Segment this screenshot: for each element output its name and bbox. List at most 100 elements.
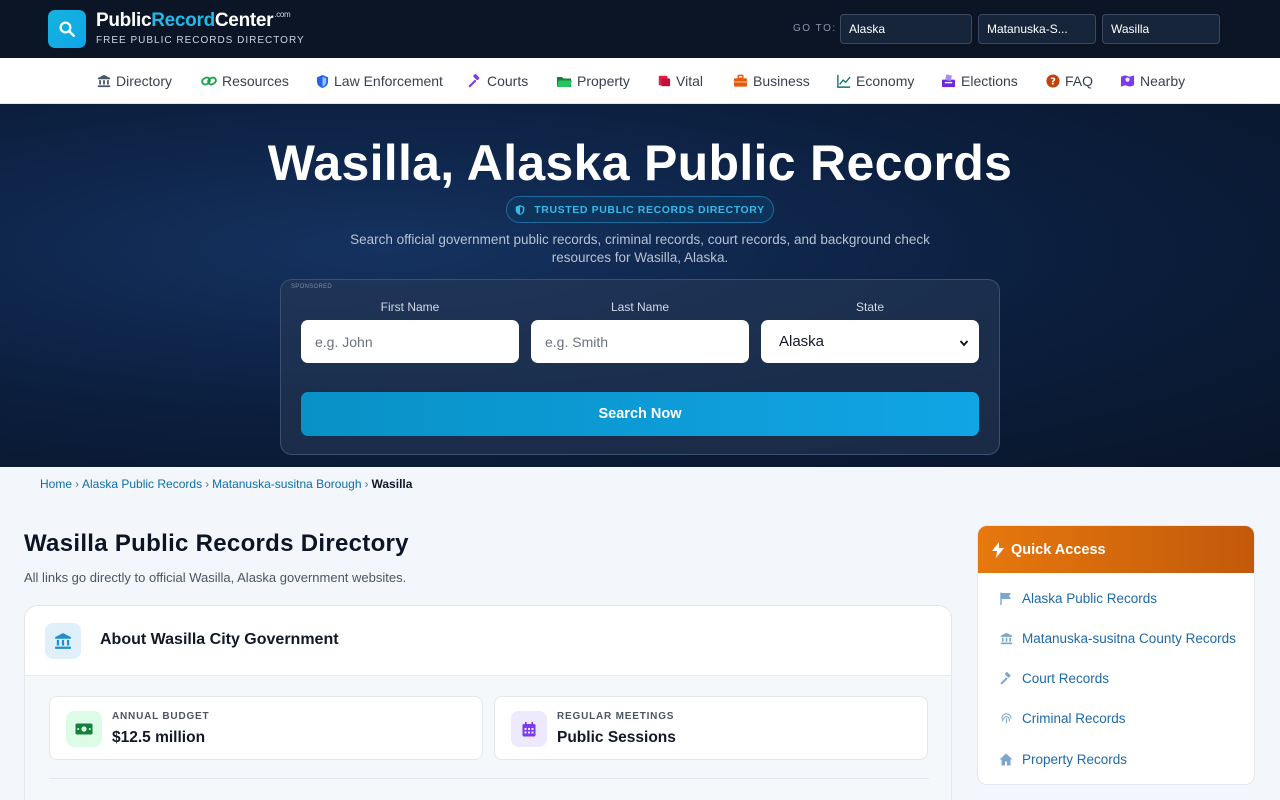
state-label: State [855,300,885,314]
quick-link-label: Court Records [1022,670,1110,686]
quick-access-card: Quick Access Alaska Public Records Matan… [977,525,1255,785]
stat-value: Public Sessions [557,729,676,746]
quick-link-label: Alaska Public Records [1022,590,1158,606]
nav-nearby[interactable]: Nearby [1120,58,1185,104]
goto-county-select[interactable]: Matanuska-S... [978,14,1096,44]
first-name-label: First Name [380,300,440,314]
chart-line-icon [837,74,851,88]
folder-icon [556,75,572,88]
about-card-header: About Wasilla City Government [25,606,951,676]
breadcrumb-county[interactable]: Matanuska-susitna Borough [212,477,361,491]
question-icon: ? [1046,74,1060,88]
about-city-card: About Wasilla City Government ANNUAL BUD… [24,605,952,800]
about-card-title: About Wasilla City Government [100,631,339,648]
badge-text: TRUSTED PUBLIC RECORDS DIRECTORY [534,203,765,216]
nav-label: FAQ [1065,73,1094,89]
quick-link-label: Matanuska-susitna County Records [1022,630,1236,646]
hero-section: Wasilla, Alaska Public Records TRUSTED P… [0,104,1280,467]
nav-label: Directory [116,73,173,89]
quick-link-county-records[interactable]: Matanuska-susitna County Records [998,628,1236,648]
brand-record: Record [151,10,215,31]
nav-label: Vital [676,73,703,89]
svg-text:?: ? [1050,77,1056,88]
scroll-icon [657,74,671,88]
quick-access-title: Quick Access [1011,541,1106,558]
nav-business[interactable]: Business [733,58,810,104]
nav-directory[interactable]: Directory [97,58,172,104]
last-name-input[interactable] [531,320,749,363]
gavel-icon [468,74,482,88]
lightning-icon [992,541,1004,558]
page-title: Wasilla Public Records Directory [24,530,409,557]
search-now-button[interactable]: Search Now [301,392,979,436]
first-name-input[interactable] [301,320,519,363]
goto-state-select[interactable]: Alaska [840,14,972,44]
goto-label: GO TO: [793,23,837,34]
nav-faq[interactable]: ? FAQ [1046,58,1093,104]
stat-value: $12.5 million [112,729,206,746]
quick-link-court-records[interactable]: Court Records [998,668,1109,688]
briefcase-icon [733,74,748,88]
hero-subtitle: Search official government public record… [350,232,930,265]
nav-label: Economy [856,73,915,89]
quick-link-property-records[interactable]: Property Records [998,749,1127,769]
bank-icon [97,74,111,88]
nav-label: Property [577,73,630,89]
divider [49,778,929,779]
shield-icon [515,204,525,216]
gavel-icon [998,671,1014,685]
site-tagline: FREE PUBLIC RECORDS DIRECTORY [96,35,305,46]
brand-dotcom: .com [274,10,291,19]
breadcrumb-current: Wasilla [371,477,413,491]
brand-public: Public [96,10,152,31]
bank-icon [998,632,1014,645]
state-select-value: Alaska [779,333,825,350]
last-name-label: Last Name [610,300,670,314]
home-icon [998,753,1014,766]
nav-label: Law Enforcement [334,73,443,89]
chevron-down-icon [959,335,969,352]
nav-law-enforcement[interactable]: Law Enforcement [316,58,443,104]
quick-link-criminal-records[interactable]: Criminal Records [998,708,1126,728]
trusted-badge: TRUSTED PUBLIC RECORDS DIRECTORY [506,196,774,223]
nav-resources[interactable]: Resources [201,58,289,104]
site-logo[interactable]: PublicRecordCenter.com [96,10,291,32]
nav-label: Courts [487,73,529,89]
search-form: SPONSORED First Name Last Name State Ala… [280,279,1000,455]
breadcrumb: Home › Alaska Public Records › Matanuska-sus… [40,477,413,491]
link-icon [201,74,217,88]
logo-search-icon[interactable] [48,10,86,48]
calendar-icon [511,711,547,747]
quick-link-label: Property Records [1022,751,1128,767]
quick-access-header: Quick Access [978,526,1254,573]
top-header: PublicRecordCenter.com FREE PUBLIC RECOR… [0,0,1280,58]
brand-center: Center [214,10,274,31]
flag-icon [998,592,1014,605]
nav-elections[interactable]: Elections [941,58,1018,104]
hero-title: Wasilla, Alaska Public Records [267,135,1013,191]
fingerprint-icon [998,712,1014,725]
nav-courts[interactable]: Courts [468,58,528,104]
shield-icon [316,74,329,89]
breadcrumb-home[interactable]: Home [40,477,72,491]
stat-label: REGULAR MEETINGS [557,711,675,722]
vote-icon [941,74,956,88]
sponsored-label: SPONSORED [291,284,333,290]
goto-city-select[interactable]: Wasilla [1102,14,1220,44]
money-icon [66,711,102,747]
about-card-body: ANNUAL BUDGET $12.5 million REGULAR MEET… [25,676,951,800]
breadcrumb-state[interactable]: Alaska Public Records [82,477,202,491]
nav-label: Business [753,73,810,89]
nav-label: Elections [961,73,1018,89]
nav-label: Resources [222,73,289,89]
nav-label: Nearby [1140,73,1186,89]
stat-annual-budget: ANNUAL BUDGET $12.5 million [49,696,483,760]
nav-property[interactable]: Property [556,58,630,104]
nav-vital[interactable]: Vital [657,58,703,104]
state-select[interactable]: Alaska [761,320,979,363]
map-pin-icon [1120,74,1135,88]
quick-link-alaska-public-records[interactable]: Alaska Public Records [998,588,1157,608]
stat-regular-meetings: REGULAR MEETINGS Public Sessions [494,696,928,760]
main-nav: Directory Resources Law Enforcement Cour… [0,58,1280,104]
nav-economy[interactable]: Economy [837,58,914,104]
